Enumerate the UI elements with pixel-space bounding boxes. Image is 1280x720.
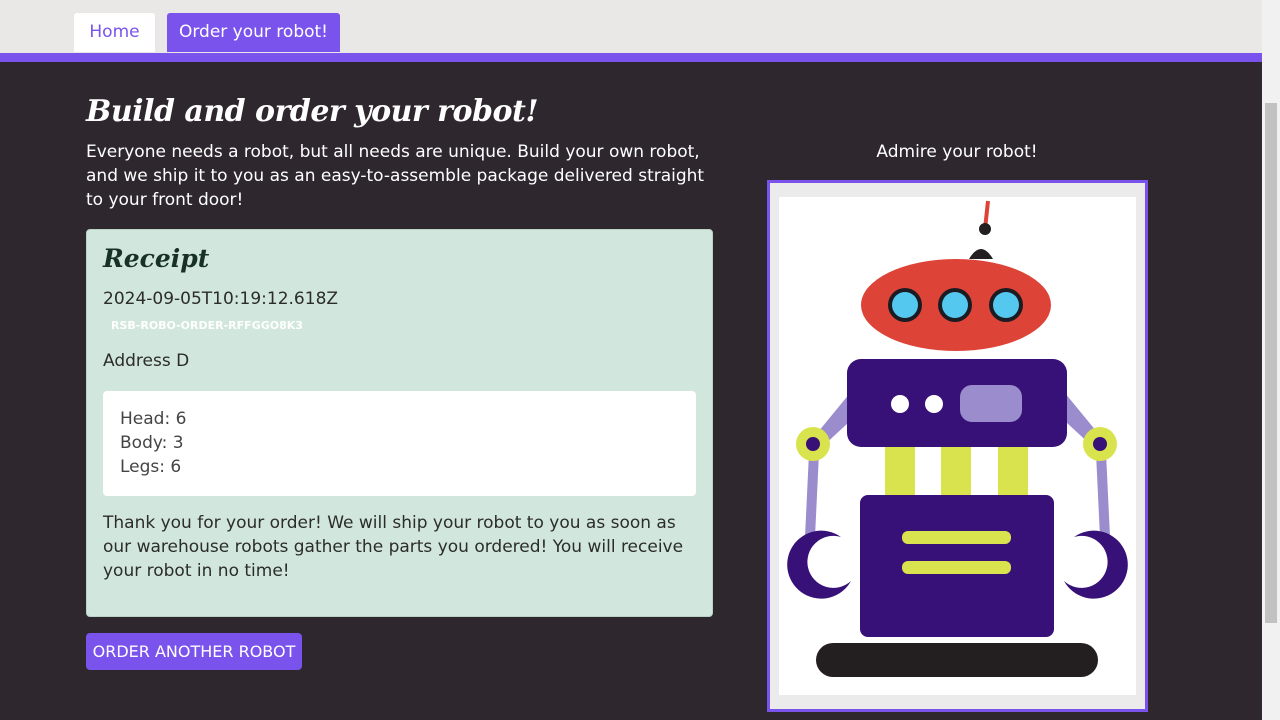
page-title: Build and order your robot! xyxy=(86,94,539,129)
part-body: Body: 3 xyxy=(120,433,184,453)
robot-image xyxy=(787,200,1128,677)
tab-order-your-robot[interactable]: Order your robot! xyxy=(167,13,340,52)
receipt-title: Receipt xyxy=(103,244,210,273)
antenna-base-icon xyxy=(969,249,993,259)
nav-accent-line xyxy=(0,53,1262,62)
thank-you-message: Thank you for your order! We will ship y… xyxy=(103,513,684,581)
robot-chest-light-left xyxy=(891,395,909,413)
robot-shoulder-right-center xyxy=(1093,437,1107,451)
intro-text: Everyone needs a robot, but all needs ar… xyxy=(86,142,705,210)
robot-parts-list: Head: 6 Body: 3 Legs: 6 xyxy=(103,391,696,496)
receipt-timestamp: 2024-09-05T10:19:12.618Z xyxy=(103,289,339,309)
robot-preview-caption: Admire your robot! xyxy=(876,142,1038,162)
receipt-order-id: RSB-ROBO-ORDER-RFFGGO8K3 xyxy=(111,319,303,332)
receipt-card: Receipt 2024-09-05T10:19:12.618Z RSB-ROB… xyxy=(86,229,713,617)
part-head: Head: 6 xyxy=(120,409,187,429)
robot-waist-column-center xyxy=(941,447,971,497)
robot-waist-column-left xyxy=(885,447,915,497)
antenna-tip-icon xyxy=(979,223,991,235)
robot-body-stripe-bottom xyxy=(902,561,1011,574)
robot-claw-left xyxy=(787,530,851,599)
robot-chest-panel xyxy=(960,385,1022,422)
robot-arm-lower-right xyxy=(1096,453,1110,537)
robot-eye-left-iris xyxy=(892,292,918,318)
robot-eye-right-iris xyxy=(993,292,1019,318)
robot-base xyxy=(816,643,1098,677)
scrollbar-thumb[interactable] xyxy=(1265,103,1277,623)
order-another-robot-button[interactable]: ORDER ANOTHER ROBOT xyxy=(86,633,302,670)
robot-arm-lower-left xyxy=(805,453,819,537)
robot-chest-light-right xyxy=(925,395,943,413)
robot-preview-canvas xyxy=(779,197,1136,695)
robot-body-stripe-top xyxy=(902,531,1011,544)
part-legs: Legs: 6 xyxy=(120,457,182,477)
robot-preview-frame xyxy=(767,180,1148,712)
robot-claw-right xyxy=(1064,530,1128,599)
receipt-address: Address D xyxy=(103,351,190,371)
robot-eye-center-iris xyxy=(942,292,968,318)
robot-waist-column-right xyxy=(998,447,1028,497)
robot-shoulder-left-center xyxy=(806,437,820,451)
robot-chest xyxy=(847,359,1067,447)
tab-home[interactable]: Home xyxy=(74,13,155,52)
